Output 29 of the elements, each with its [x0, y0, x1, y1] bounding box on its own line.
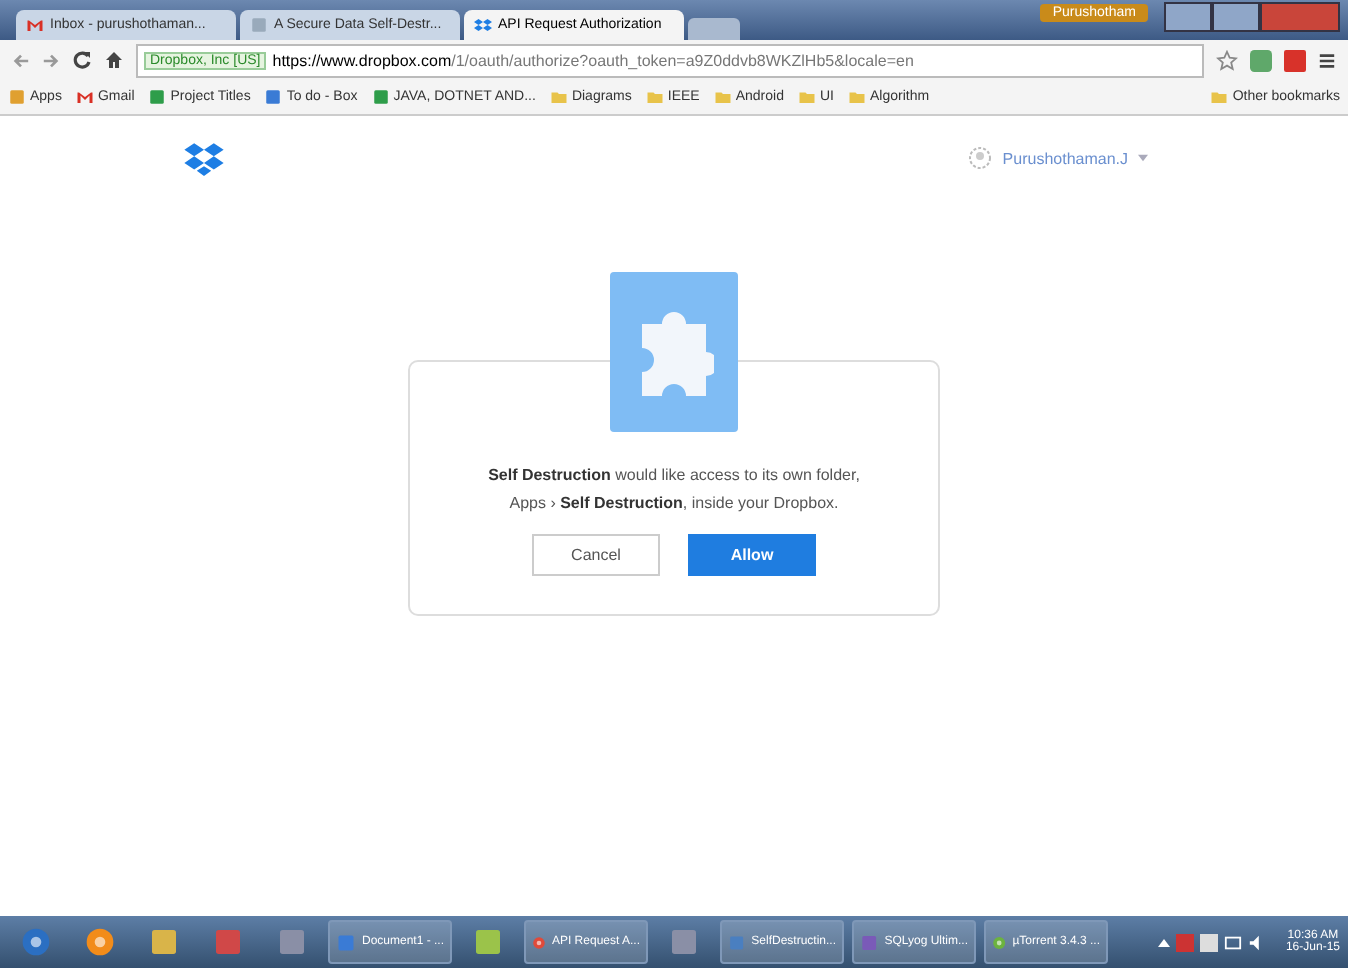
extension-icon[interactable]: [1250, 49, 1272, 71]
extension-icon[interactable]: [1284, 49, 1306, 71]
maximize-button[interactable]: [1212, 2, 1260, 32]
folder-icon: [797, 88, 816, 106]
network-icon[interactable]: [1223, 933, 1242, 951]
permission-message: Apps › Self Destruction, inside your Dropbox.: [509, 492, 839, 516]
mail-icon: [75, 88, 94, 106]
folder-icon: [549, 88, 568, 106]
back-icon[interactable]: [12, 51, 30, 69]
allow-button[interactable]: Allow: [688, 534, 816, 576]
folder-icon: [847, 88, 866, 106]
permission-message: Self Destruction would like access to its own folder,: [488, 464, 860, 488]
minimize-button[interactable]: [1164, 2, 1212, 32]
menu-icon[interactable]: [1318, 51, 1336, 69]
url-text: https://www.dropbox.com/1/oauth/authorize?oauth_token=a9Z0ddvb8WKZlHb5&locale=en: [272, 51, 914, 69]
cancel-button[interactable]: Cancel: [532, 534, 660, 576]
caret-icon: [1138, 154, 1148, 162]
folder-icon: [645, 88, 664, 106]
home-icon[interactable]: [104, 50, 124, 70]
tray-arrow-icon[interactable]: [1157, 937, 1170, 947]
reload-icon[interactable]: [72, 50, 92, 70]
folder-icon: [1210, 88, 1229, 106]
mail-icon: [26, 16, 44, 34]
forward-icon[interactable]: [42, 51, 60, 69]
star-icon[interactable]: [1216, 49, 1238, 71]
dropbox-logo[interactable]: [184, 140, 224, 176]
close-button[interactable]: [1260, 2, 1340, 32]
folder-icon: [713, 88, 732, 106]
avatar-icon: [968, 146, 993, 170]
